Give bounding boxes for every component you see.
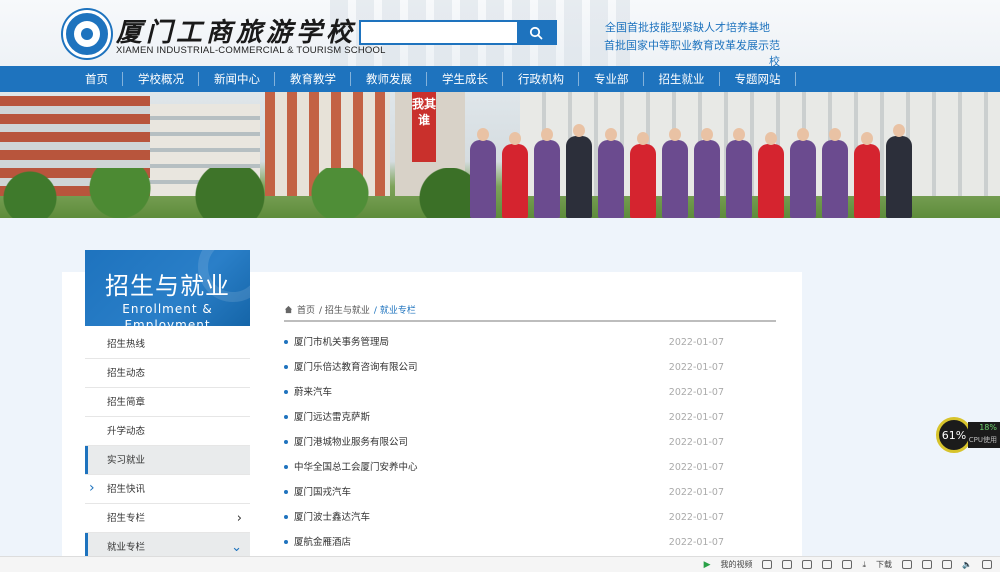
news-title[interactable]: 蔚来汽车: [284, 382, 332, 407]
site-header: 厦门工商旅游学校 XIAMEN INDUSTRIAL-COMMERCIAL & …: [0, 0, 1000, 66]
cpu-monitor-widget[interactable]: 61% 18% CPU使用: [936, 417, 1000, 453]
download-link[interactable]: 下载: [876, 559, 892, 570]
news-date: 2022-01-07: [668, 387, 724, 398]
nav-item-education[interactable]: 教育教学: [275, 66, 351, 92]
news-title[interactable]: 厦航金雁酒店: [284, 532, 351, 557]
nav-item-home[interactable]: 首页: [70, 66, 123, 92]
nav-item-about[interactable]: 学校概况: [123, 66, 199, 92]
sidebar-title-en-2: Employment: [124, 318, 211, 326]
sidebar-item-brochure[interactable]: 招生简章: [85, 388, 250, 417]
my-video-link[interactable]: 我的视频: [720, 559, 752, 570]
news-date: 2022-01-07: [668, 537, 724, 548]
news-title[interactable]: 厦门港城物业服务有限公司: [284, 432, 408, 457]
list-item[interactable]: 厦门国戎汽车 2022-01-07: [284, 482, 724, 507]
school-logo-icon[interactable]: [63, 10, 111, 58]
cpu-label: CPU使用: [968, 436, 997, 444]
sidebar-item-hotline[interactable]: 招生热线: [85, 330, 250, 359]
main-nav: 首页 学校概况 新闻中心 教育教学 教师发展 学生成长 行政机构 专业部 招生就…: [0, 66, 1000, 92]
sidebar-title-block: 招生与就业 Enrollment & Employment: [85, 250, 250, 326]
window-icon[interactable]: [782, 560, 793, 569]
list-item[interactable]: 厦门波士鑫达汽车 2022-01-07: [284, 507, 724, 532]
news-date: 2022-01-07: [668, 412, 724, 423]
school-name-cn[interactable]: 厦门工商旅游学校: [116, 12, 356, 49]
nav-item-admin[interactable]: 行政机构: [503, 66, 579, 92]
nav-item-students[interactable]: 学生成长: [427, 66, 503, 92]
grid-icon[interactable]: [922, 560, 933, 569]
cpu-panel: 18% CPU使用: [968, 422, 1000, 448]
home-icon: [284, 305, 293, 314]
nav-item-news[interactable]: 新闻中心: [199, 66, 275, 92]
rocket-icon[interactable]: [842, 560, 853, 569]
news-date: 2022-01-07: [668, 337, 724, 348]
breadcrumb-current: / 就业专栏: [373, 306, 416, 316]
breadcrumb: 首页 / 招生与就业 / 就业专栏: [284, 303, 416, 316]
list-item[interactable]: 厦门乐倍达教育咨询有限公司 2022-01-07: [284, 357, 724, 382]
list-item[interactable]: 厦门市机关事务管理局 2022-01-07: [284, 332, 724, 357]
news-title[interactable]: 厦门远达雷克萨斯: [284, 407, 370, 432]
play-icon[interactable]: ▶: [704, 560, 711, 570]
nav-item-teachers[interactable]: 教师发展: [351, 66, 427, 92]
list-item[interactable]: 中华全国总工会厦门安养中心 2022-01-07: [284, 457, 724, 482]
chevron-right-icon: ›: [236, 511, 242, 526]
sidebar-title-en-1: Enrollment &: [122, 302, 213, 316]
list-item[interactable]: 厦门远达雷克萨斯 2022-01-07: [284, 407, 724, 432]
nav-item-enrollment[interactable]: 招生就业: [644, 66, 720, 92]
breadcrumb-divider: [284, 320, 776, 322]
translate-icon[interactable]: [822, 560, 833, 569]
browser-status-bar: ▶ 我的视频 ⤓ 下载 🔈: [0, 556, 1000, 572]
cpu-gauge: 61%: [936, 417, 972, 453]
sidebar-item-flash-news[interactable]: 招生快讯: [85, 474, 250, 504]
search-icon: [529, 26, 543, 39]
news-title[interactable]: 中华全国总工会厦门安养中心: [284, 457, 418, 482]
sidebar-item-enroll-column[interactable]: 招生专栏 ›: [85, 504, 250, 533]
slogan-line1: 全国首批技能型紧缺人才培养基地: [605, 21, 770, 34]
sidebar-item-internship[interactable]: 实习就业: [85, 446, 250, 475]
news-date: 2022-01-07: [668, 437, 724, 448]
banner-students-group: [470, 123, 950, 218]
news-title[interactable]: 厦门市机关事务管理局: [284, 332, 389, 357]
nav-item-topics[interactable]: 专题网站: [720, 66, 796, 92]
breadcrumb-level1[interactable]: / 招生与就业: [319, 303, 370, 316]
list-item[interactable]: 蔚来汽车 2022-01-07: [284, 382, 724, 407]
sidebar-menu: 招生热线 招生动态 招生简章 升学动态 实习就业 招生快讯 招生专栏› 就业专栏…: [85, 330, 250, 562]
banner-red-sign: 我其谁: [412, 92, 436, 162]
sidebar-item-further-study[interactable]: 升学动态: [85, 417, 250, 446]
news-title[interactable]: 厦门乐倍达教育咨询有限公司: [284, 357, 418, 382]
news-date: 2022-01-07: [668, 512, 724, 523]
breadcrumb-home[interactable]: 首页: [297, 303, 315, 316]
nav-item-departments[interactable]: 专业部: [579, 66, 644, 92]
screenshot-icon[interactable]: [802, 560, 813, 569]
search-button[interactable]: [517, 22, 555, 43]
expand-icon[interactable]: [902, 560, 913, 569]
news-date: 2022-01-07: [668, 362, 724, 373]
news-list: 厦门市机关事务管理局 2022-01-07 厦门乐倍达教育咨询有限公司 2022-0…: [284, 332, 724, 557]
list-item[interactable]: 厦航金雁酒店 2022-01-07: [284, 532, 724, 557]
restore-icon[interactable]: [942, 560, 953, 569]
layout-icon[interactable]: [982, 560, 992, 569]
cpu-percent: 18%: [979, 423, 997, 432]
sidebar-item-enroll-news[interactable]: 招生动态: [85, 359, 250, 388]
hero-banner-image: 我其谁: [0, 92, 1000, 218]
news-title[interactable]: 厦门波士鑫达汽车: [284, 507, 370, 532]
search-box: [359, 20, 557, 45]
list-item[interactable]: 厦门港城物业服务有限公司 2022-01-07: [284, 432, 724, 457]
news-date: 2022-01-07: [668, 462, 724, 473]
download-icon[interactable]: ⤓: [862, 560, 866, 570]
slogan-line2: 首批国家中等职业教育改革发展示范校: [604, 39, 780, 66]
school-name-en: XIAMEN INDUSTRIAL-COMMERCIAL & TOURISM S…: [116, 45, 386, 56]
shield-icon[interactable]: [762, 560, 773, 569]
volume-icon[interactable]: 🔈: [962, 560, 972, 569]
search-input[interactable]: [361, 22, 517, 43]
news-date: 2022-01-07: [668, 487, 724, 498]
news-title[interactable]: 厦门国戎汽车: [284, 482, 351, 507]
